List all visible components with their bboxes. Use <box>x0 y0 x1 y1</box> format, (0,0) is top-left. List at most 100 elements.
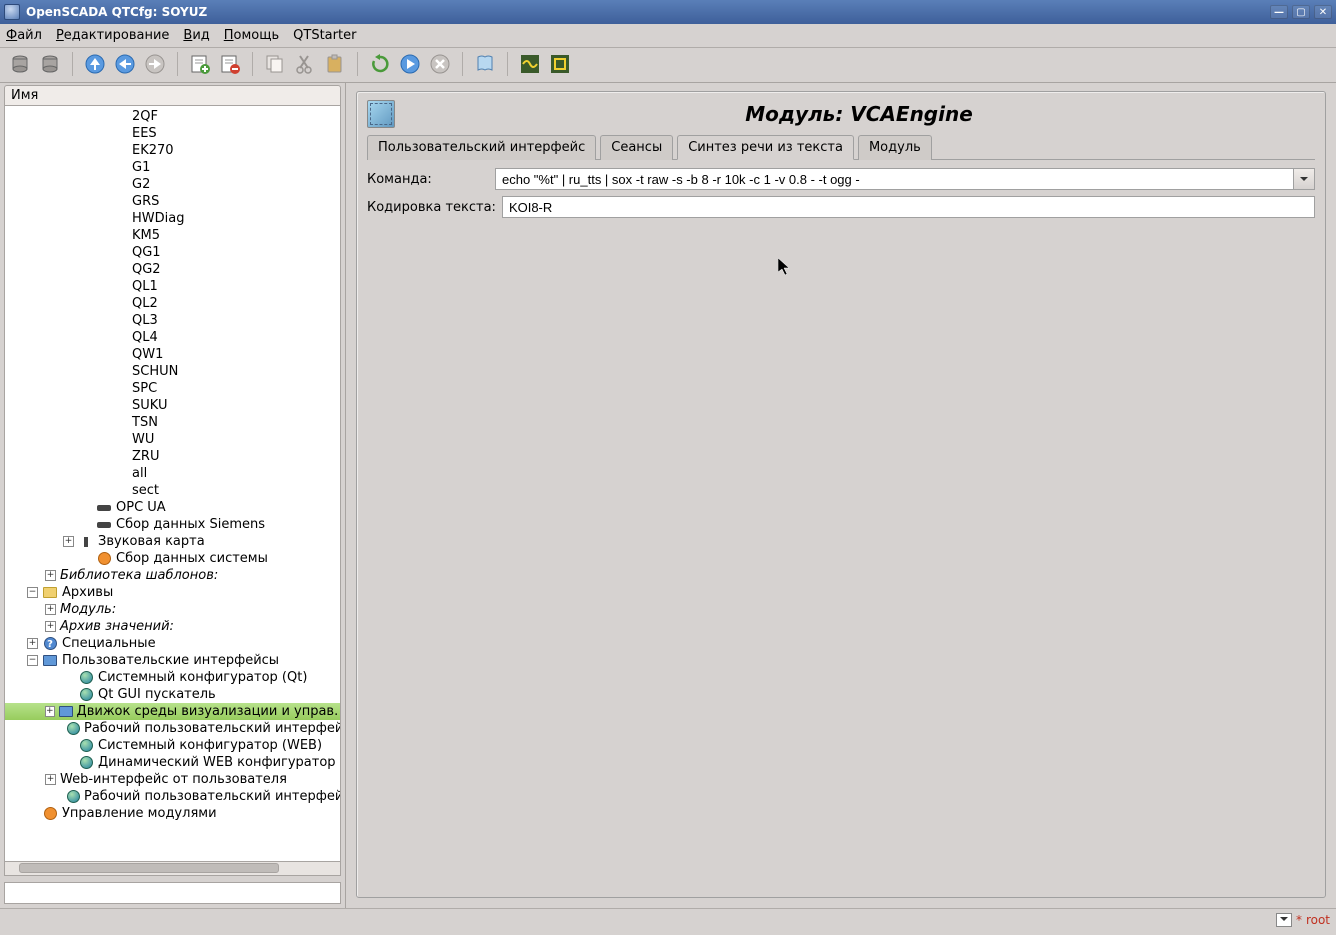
status-indicator[interactable] <box>1276 913 1292 927</box>
tab-module[interactable]: Модуль <box>858 135 932 160</box>
paste-icon[interactable] <box>321 50 349 78</box>
navigation-tree[interactable]: 2QFEESEK270G1G2GRSHWDiagKM5QG1QG2QL1QL2Q… <box>5 106 340 861</box>
nav-up-icon[interactable] <box>81 50 109 78</box>
tree-leaf[interactable]: SUKU <box>5 397 340 414</box>
cut-icon[interactable] <box>291 50 319 78</box>
copy-icon[interactable] <box>261 50 289 78</box>
minimize-button[interactable]: — <box>1270 5 1288 19</box>
tree-item-label: Управление модулями <box>62 806 217 821</box>
tab-tts[interactable]: Синтез речи из текста <box>677 135 854 160</box>
command-dropdown-button[interactable] <box>1293 168 1315 190</box>
panel-title: Модуль: VCAEngine <box>403 102 1315 126</box>
db-save-icon[interactable] <box>36 50 64 78</box>
tree-leaf[interactable]: EES <box>5 125 340 142</box>
tree-horizontal-scrollbar[interactable] <box>4 862 341 876</box>
tree-special[interactable]: +?Специальные <box>5 635 340 652</box>
tree-archive-module[interactable]: +Модуль: <box>5 601 340 618</box>
run-icon[interactable] <box>396 50 424 78</box>
tree-expander[interactable]: + <box>45 604 56 615</box>
tree-leaf[interactable]: all <box>5 465 340 482</box>
maximize-button[interactable]: ▢ <box>1292 5 1310 19</box>
tree-sound[interactable]: +Звуковая карта <box>5 533 340 550</box>
encoding-label: Кодировка текста: <box>367 200 496 215</box>
tree-siemens[interactable]: Сбор данных Siemens <box>5 516 340 533</box>
tree-leaf[interactable]: GRS <box>5 193 340 210</box>
tree-expander[interactable]: + <box>45 706 55 717</box>
tree-expander <box>117 213 128 224</box>
status-marker: * <box>1296 913 1302 927</box>
tree-expander[interactable]: − <box>27 655 38 666</box>
tree-leaf[interactable]: QG2 <box>5 261 340 278</box>
command-combo[interactable] <box>495 168 1315 190</box>
ext-tool1-icon[interactable] <box>516 50 544 78</box>
tree-ui-vcaengine[interactable]: +Движок среды визуализации и управ. <box>5 703 340 720</box>
menu-file[interactable]: Файл <box>6 28 42 43</box>
tree-item-label: Библиотека шаблонов: <box>60 568 218 583</box>
tree-archives[interactable]: − Архивы <box>5 584 340 601</box>
tree-leaf[interactable]: QL3 <box>5 312 340 329</box>
tree-ui-webdyn[interactable]: Динамический WEB конфигуратор <box>5 754 340 771</box>
tree-leaf[interactable]: WU <box>5 431 340 448</box>
tree-expander <box>117 145 128 156</box>
tree-expander <box>117 349 128 360</box>
tree-leaf[interactable]: KM5 <box>5 227 340 244</box>
item-add-icon[interactable] <box>186 50 214 78</box>
menu-qtstarter[interactable]: QTStarter <box>293 28 356 43</box>
tab-user-interface[interactable]: Пользовательский интерфейс <box>367 135 596 160</box>
tree-leaf[interactable]: ZRU <box>5 448 340 465</box>
tree-expander[interactable]: + <box>45 621 56 632</box>
tree-leaf[interactable]: SPC <box>5 380 340 397</box>
stop-icon[interactable] <box>426 50 454 78</box>
close-button[interactable]: ✕ <box>1314 5 1332 19</box>
tree-ui-webvision[interactable]: Рабочий пользовательский интерфей <box>5 788 340 805</box>
menu-help[interactable]: Помощь <box>224 28 279 43</box>
tree-ui-webuser[interactable]: +Web-интерфейс от пользователя <box>5 771 340 788</box>
tree-template-lib[interactable]: + Библиотека шаблонов: <box>5 567 340 584</box>
tree-sysdata[interactable]: Сбор данных системы <box>5 550 340 567</box>
tree-expander[interactable]: + <box>63 536 74 547</box>
nav-back-icon[interactable] <box>111 50 139 78</box>
tree-column-header[interactable]: Имя <box>4 85 341 106</box>
tree-leaf[interactable]: QW1 <box>5 346 340 363</box>
tree-leaf[interactable]: QG1 <box>5 244 340 261</box>
tree-archive-values[interactable]: +Архив значений: <box>5 618 340 635</box>
nav-forward-icon[interactable] <box>141 50 169 78</box>
tree-filter-input[interactable] <box>4 882 341 904</box>
tree-ui-webcfg[interactable]: Системный конфигуратор (WEB) <box>5 737 340 754</box>
tree-leaf[interactable]: SCHUN <box>5 363 340 380</box>
tree-ui-webui[interactable]: Рабочий пользовательский интерфей <box>5 720 340 737</box>
tree-item-label: Архивы <box>62 585 113 600</box>
item-del-icon[interactable] <box>216 50 244 78</box>
tree-expander[interactable]: + <box>45 570 56 581</box>
db-load-icon[interactable] <box>6 50 34 78</box>
refresh-icon[interactable] <box>366 50 394 78</box>
tree-ui-qtstarter[interactable]: Qt GUI пускатель <box>5 686 340 703</box>
tree-leaf[interactable]: QL4 <box>5 329 340 346</box>
tree-modsched[interactable]: Управление модулями <box>5 805 340 822</box>
encoding-input[interactable] <box>502 196 1315 218</box>
webcfg-icon <box>78 738 94 754</box>
tree-leaf[interactable]: G2 <box>5 176 340 193</box>
tree-user-interfaces[interactable]: −Пользовательские интерфейсы <box>5 652 340 669</box>
tree-leaf[interactable]: sect <box>5 482 340 499</box>
tree-leaf[interactable]: 2QF <box>5 108 340 125</box>
menu-view[interactable]: Вид <box>183 28 209 43</box>
tree-expander[interactable]: + <box>27 638 38 649</box>
tree-leaf[interactable]: QL1 <box>5 278 340 295</box>
tree-item-label: GRS <box>132 194 159 209</box>
tree-leaf[interactable]: G1 <box>5 159 340 176</box>
tree-leaf[interactable]: HWDiag <box>5 210 340 227</box>
tab-sessions[interactable]: Сеансы <box>600 135 673 160</box>
tree-expander[interactable]: + <box>45 774 56 785</box>
tree-ui-qtcfg[interactable]: Системный конфигуратор (Qt) <box>5 669 340 686</box>
ext-tool2-icon[interactable] <box>546 50 574 78</box>
tree-leaf[interactable]: TSN <box>5 414 340 431</box>
tree-expander[interactable]: − <box>27 587 38 598</box>
tree-leaf[interactable]: QL2 <box>5 295 340 312</box>
manual-icon[interactable] <box>471 50 499 78</box>
command-input[interactable] <box>495 168 1293 190</box>
menu-edit[interactable]: Редактирование <box>56 28 169 43</box>
tree-expander <box>27 808 38 819</box>
tree-leaf[interactable]: EK270 <box>5 142 340 159</box>
tree-opcua[interactable]: OPC UA <box>5 499 340 516</box>
